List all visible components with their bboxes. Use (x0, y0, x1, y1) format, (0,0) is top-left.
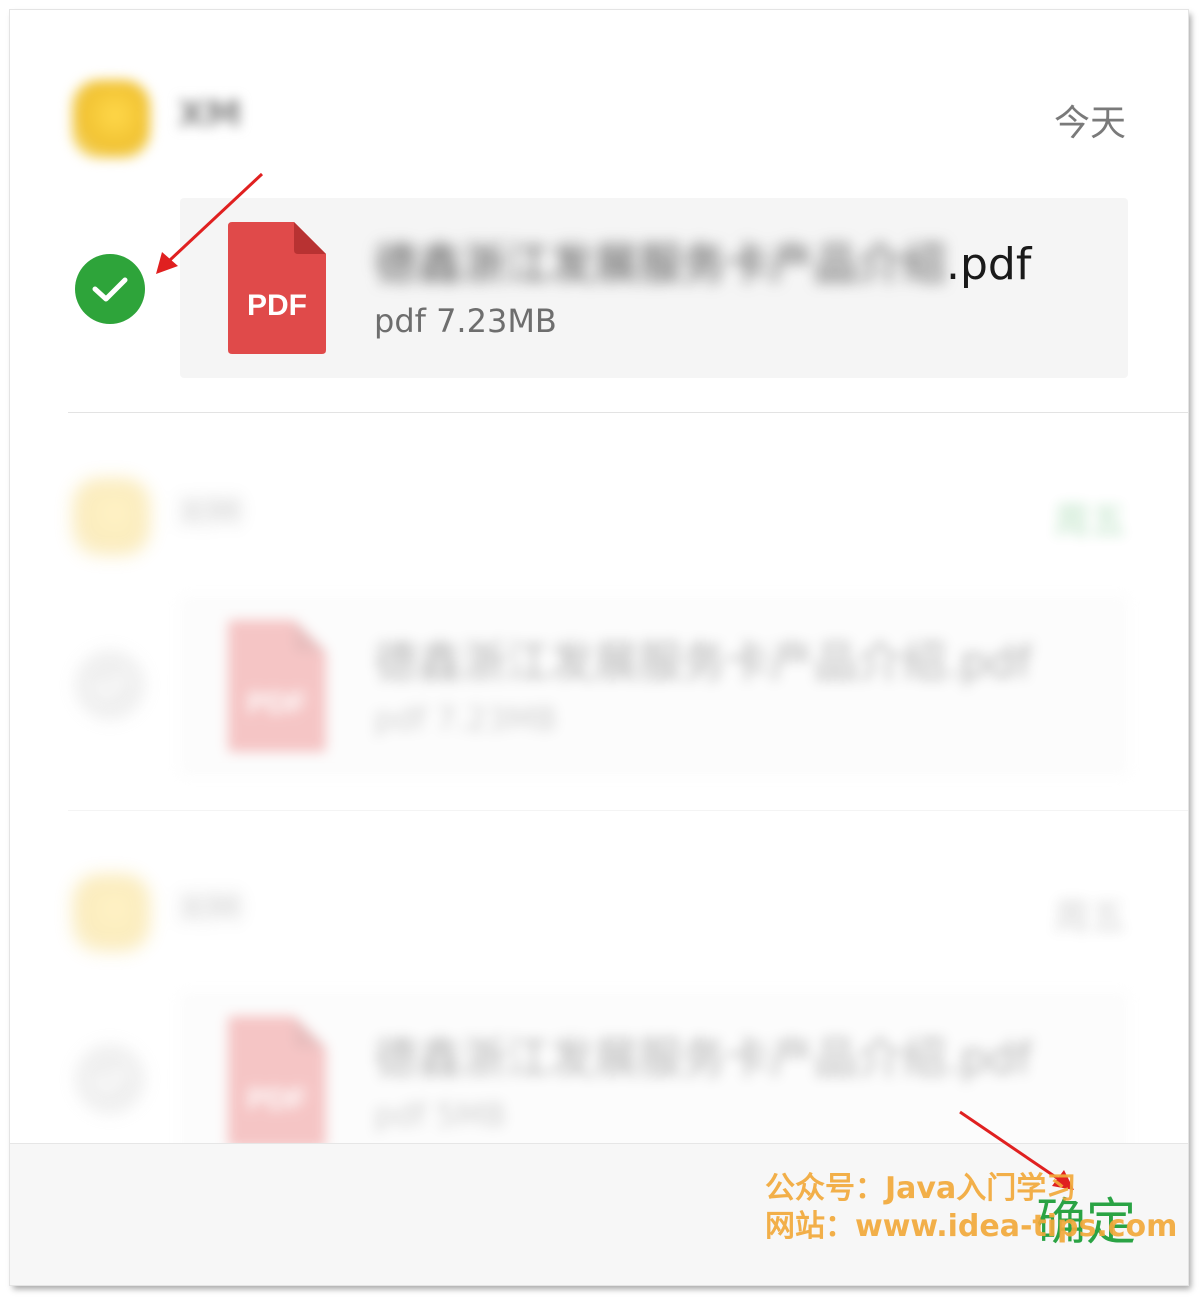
arrow-to-checkbox (156, 172, 264, 274)
watermark-line-2: 网站：www.idea-tips.com (765, 1209, 1178, 1244)
watermark: 公众号：Java入门学习 网站：www.idea-tips.com (765, 1170, 1177, 1246)
file-picker-screen: XM 今天 PDF 德鑫浙江发展服务卡产品介绍.pdf pdf 7.23MB X… (10, 10, 1188, 1285)
annotation-arrows (156, 172, 1074, 1190)
watermark-line-1: 公众号：Java入门学习 (765, 1171, 1077, 1206)
